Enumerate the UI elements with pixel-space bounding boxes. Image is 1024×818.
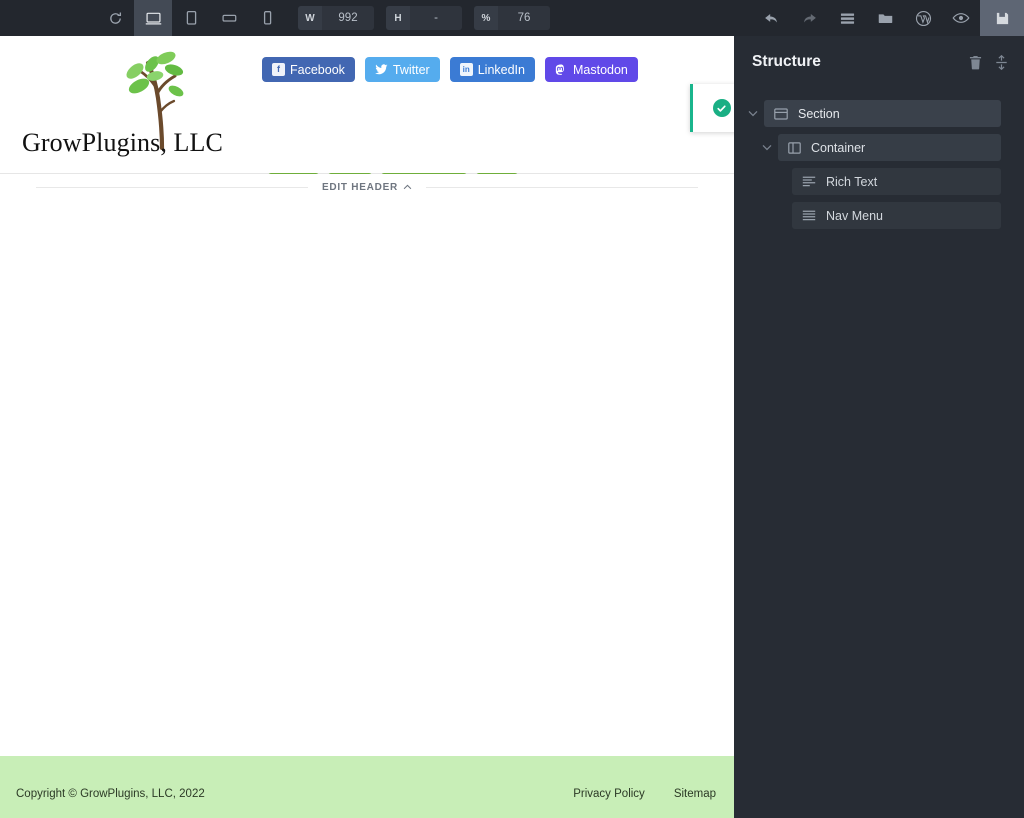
- panel-header-actions: [969, 55, 1008, 70]
- chevron-down-icon[interactable]: [742, 110, 764, 117]
- top-toolbar: W 992 H - % 76: [0, 0, 1024, 36]
- height-field[interactable]: H -: [386, 6, 462, 30]
- tree-row-section: Section: [742, 100, 1001, 127]
- toolbar-spacer: [550, 0, 752, 36]
- social-button-mastodon-label: Mastodon: [573, 63, 628, 77]
- device-controls: [96, 0, 286, 36]
- device-mobile-button[interactable]: [248, 0, 286, 36]
- container-icon: [788, 142, 801, 154]
- structure-tree: Section Container: [734, 88, 1024, 229]
- tree-row-rich-text: Rich Text: [770, 168, 1001, 195]
- rich-text-icon: [802, 176, 816, 187]
- width-field-label: W: [298, 6, 322, 30]
- tree-node-rich-text[interactable]: Rich Text: [792, 168, 1001, 195]
- facebook-icon: f: [272, 63, 285, 76]
- tree-node-container-label: Container: [811, 141, 865, 155]
- menu-button[interactable]: [828, 0, 866, 36]
- desktop-icon: [145, 11, 162, 26]
- eye-icon: [952, 11, 970, 25]
- social-button-facebook-label: Facebook: [290, 63, 345, 77]
- footer-link-sitemap[interactable]: Sitemap: [674, 788, 716, 800]
- twitter-icon: [375, 63, 388, 76]
- structure-panel-header: Structure: [734, 36, 1024, 88]
- wordpress-button[interactable]: [904, 0, 942, 36]
- mastodon-icon: [555, 63, 568, 76]
- hamburger-icon: [839, 11, 856, 26]
- tree-row-nav-menu: Nav Menu: [770, 202, 1001, 229]
- trash-icon[interactable]: [969, 55, 982, 70]
- tree-node-nav-menu[interactable]: Nav Menu: [792, 202, 1001, 229]
- footer-links: Privacy Policy Sitemap: [573, 788, 716, 800]
- device-tablet-portrait-button[interactable]: [172, 0, 210, 36]
- tree-node-nav-menu-label: Nav Menu: [826, 209, 883, 223]
- save-button[interactable]: [980, 0, 1024, 36]
- reload-button[interactable]: [96, 0, 134, 36]
- edit-header-rule-left: [36, 187, 308, 188]
- site-body-blank[interactable]: [0, 174, 734, 756]
- check-circle-icon: [713, 99, 731, 117]
- panel-title: Structure: [752, 53, 969, 71]
- nav-menu-icon: [802, 210, 816, 221]
- mobile-icon: [262, 10, 273, 26]
- reload-icon: [108, 11, 123, 26]
- chevron-up-icon: [403, 182, 412, 193]
- toolbar-left-spacer: [0, 0, 96, 36]
- redo-button[interactable]: [790, 0, 828, 36]
- tree-node-container[interactable]: Container: [778, 134, 1001, 161]
- preview-canvas[interactable]: GrowPlugins, LLC f Facebook Twitter in L…: [0, 36, 734, 818]
- social-button-mastodon[interactable]: Mastodon: [545, 57, 638, 82]
- folder-button[interactable]: [866, 0, 904, 36]
- section-icon: [774, 108, 788, 120]
- social-button-linkedin-label: LinkedIn: [478, 63, 525, 77]
- chevron-down-icon[interactable]: [756, 144, 778, 151]
- toolbar-actions: [752, 0, 1024, 36]
- undo-icon: [763, 11, 780, 26]
- tree-node-section[interactable]: Section: [764, 100, 1001, 127]
- social-button-twitter[interactable]: Twitter: [365, 57, 440, 82]
- social-links-row[interactable]: f Facebook Twitter in LinkedIn: [262, 57, 638, 82]
- save-disk-icon: [995, 11, 1010, 26]
- width-field-value[interactable]: 992: [322, 6, 374, 30]
- site-header[interactable]: GrowPlugins, LLC f Facebook Twitter in L…: [0, 36, 734, 174]
- collapse-expand-icon[interactable]: [995, 55, 1008, 70]
- footer-link-privacy-policy[interactable]: Privacy Policy: [573, 788, 645, 800]
- social-button-facebook[interactable]: f Facebook: [262, 57, 355, 82]
- zoom-field-label: %: [474, 6, 498, 30]
- social-button-twitter-label: Twitter: [393, 63, 430, 77]
- tree-node-rich-text-label: Rich Text: [826, 175, 877, 189]
- folder-icon: [877, 11, 894, 26]
- width-field[interactable]: W 992: [298, 6, 374, 30]
- zoom-field[interactable]: % 76: [474, 6, 550, 30]
- zoom-field-value[interactable]: 76: [498, 6, 550, 30]
- social-button-linkedin[interactable]: in LinkedIn: [450, 57, 535, 82]
- redo-icon: [801, 11, 818, 26]
- linkedin-icon: in: [460, 63, 473, 76]
- edit-header-rule-right: [426, 187, 698, 188]
- device-desktop-button[interactable]: [134, 0, 172, 36]
- structure-panel: Structure: [734, 36, 1024, 818]
- footer-copyright: Copyright © GrowPlugins, LLC, 2022: [16, 788, 205, 800]
- tablet-landscape-icon: [221, 11, 238, 25]
- logo-text: GrowPlugins, LLC: [22, 128, 223, 158]
- device-tablet-landscape-button[interactable]: [210, 0, 248, 36]
- preview-button[interactable]: [942, 0, 980, 36]
- height-field-value[interactable]: -: [410, 6, 462, 30]
- tree-node-section-label: Section: [798, 107, 840, 121]
- success-toast[interactable]: [690, 84, 734, 132]
- tablet-portrait-icon: [185, 10, 198, 26]
- site-footer[interactable]: Copyright © GrowPlugins, LLC, 2022 Priva…: [0, 756, 734, 818]
- edit-header-button[interactable]: EDIT HEADER: [322, 182, 412, 193]
- height-field-label: H: [386, 6, 410, 30]
- tree-row-container: Container: [756, 134, 1001, 161]
- wordpress-icon: [915, 10, 932, 27]
- edit-header-bar[interactable]: EDIT HEADER: [0, 174, 734, 200]
- undo-button[interactable]: [752, 0, 790, 36]
- edit-header-label: EDIT HEADER: [322, 182, 398, 193]
- site-logo[interactable]: GrowPlugins, LLC: [22, 50, 232, 166]
